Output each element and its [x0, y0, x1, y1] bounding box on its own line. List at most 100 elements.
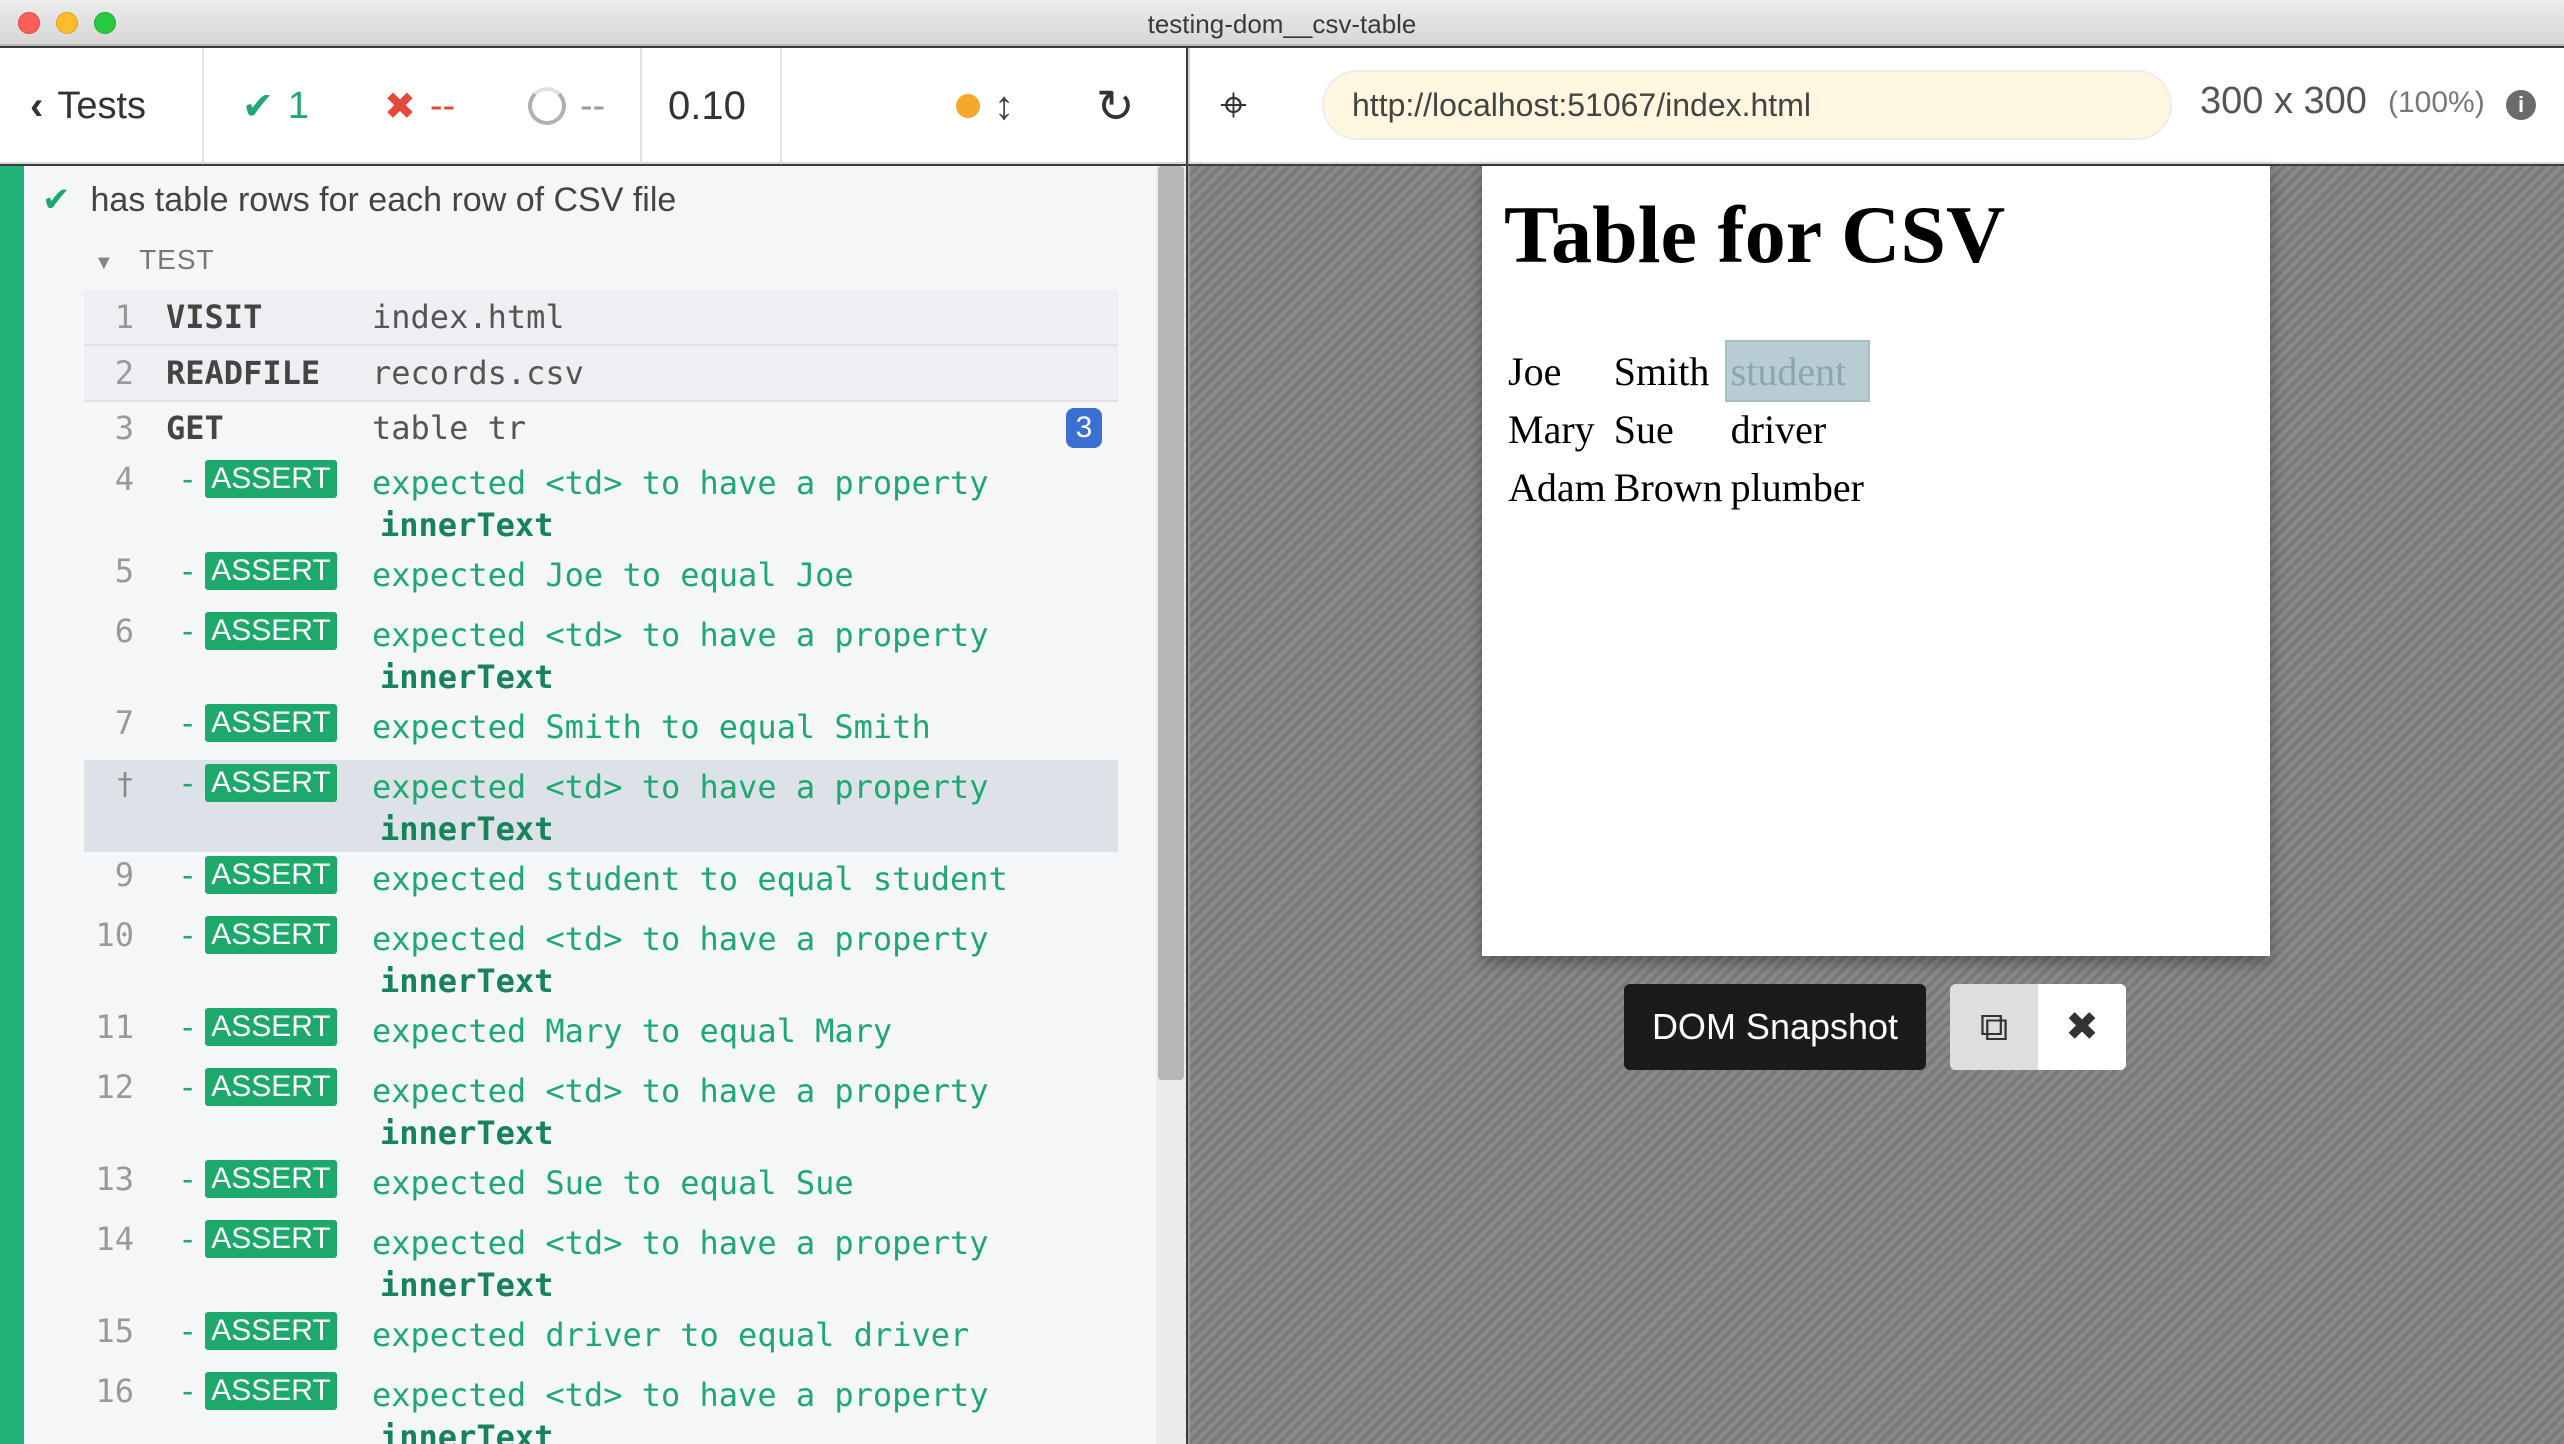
assert-badge: ASSERT: [205, 1372, 337, 1410]
auto-scroll-toggle[interactable]: ↕: [956, 48, 1014, 164]
assertion-row[interactable]: 13- ASSERT expected Sue to equal Sue: [84, 1156, 1118, 1216]
command-get[interactable]: 3 GET table tr 3: [84, 402, 1118, 456]
assert-badge: ASSERT: [205, 1068, 337, 1106]
nesting-dash: -: [178, 1160, 198, 1198]
nesting-dash: -: [178, 1220, 198, 1258]
command-name: GET: [166, 409, 224, 447]
command-number: 16: [95, 1372, 134, 1410]
highlight-frame-icon: ⧉: [1979, 1004, 2009, 1049]
info-icon[interactable]: i: [2506, 90, 2536, 120]
command-number: 15: [95, 1312, 134, 1350]
failed-count: --: [429, 84, 456, 127]
scrollbar-thumb[interactable]: [1158, 166, 1184, 1080]
command-message: index.html: [372, 298, 565, 336]
assert-label: - ASSERT: [166, 1160, 372, 1198]
nesting-dash: -: [178, 1008, 198, 1046]
assertion-row[interactable]: 4 - ASSERT expected <td> to have a property…: [84, 456, 1118, 548]
assert-label: - ASSERT: [166, 1068, 372, 1106]
assertion-row[interactable]: 9- ASSERT expected student to equal studen…: [84, 852, 1118, 912]
command-number: 11: [95, 1008, 134, 1046]
duration: 0.10: [668, 83, 746, 128]
assertion-message: expected <td> to have a property innerTex…: [372, 916, 1118, 1000]
assertion-message-line: expected <td> to have a property: [372, 1072, 989, 1110]
assertion-message-line: expected Joe to equal Joe: [372, 556, 854, 594]
assert-badge: ASSERT: [205, 1008, 337, 1046]
aut-header: ⌖ http://localhost:51067/index.html 300 …: [1188, 48, 2564, 164]
command-message: records.csv: [372, 354, 584, 392]
dom-snapshot-label: DOM Snapshot: [1624, 984, 1926, 1070]
command-readfile[interactable]: 2 READFILE records.csv: [84, 346, 1118, 402]
hook-title[interactable]: ▼ TEST: [94, 244, 215, 276]
command-visit[interactable]: 1 VISIT index.html: [84, 290, 1118, 346]
reporter-header: ‹ Tests ✔ 1 ✖ -- -- 0.10 ↕ ↻: [0, 48, 1186, 164]
assertion-message-line: expected driver to equal driver: [372, 1316, 970, 1354]
assertion-message-line: expected <td> to have a property: [372, 464, 989, 502]
assertion-row[interactable]: † - ASSERT expected <td> to have a property…: [84, 760, 1118, 852]
assertion-message-line: expected Mary to equal Mary: [372, 1012, 893, 1050]
assertion-row[interactable]: 11- ASSERT expected Mary to equal Mary: [84, 1004, 1118, 1064]
test-title[interactable]: ✔ has table rows for each row of CSV fil…: [42, 180, 676, 220]
pending-circle-icon: [528, 87, 566, 125]
selector-playground-crosshair-icon[interactable]: ⌖: [1220, 78, 1247, 134]
tests-button-label: Tests: [57, 84, 147, 127]
url-bar[interactable]: http://localhost:51067/index.html: [1322, 70, 2172, 140]
check-icon: ✔: [242, 85, 274, 128]
tests-button[interactable]: ‹ Tests: [30, 48, 146, 164]
assertion-message-line: innerText: [380, 1418, 554, 1444]
assertion-row[interactable]: 14- ASSERT expected <td> to have a propert…: [84, 1216, 1118, 1308]
assertion-row[interactable]: 12- ASSERT expected <td> to have a propert…: [84, 1064, 1118, 1156]
toggle-highlight-button[interactable]: ⧉: [1950, 984, 2038, 1070]
viewport-scale: (100%): [2388, 86, 2485, 119]
assertion-message: expected Joe to equal Joe: [372, 552, 1118, 598]
table-cell: Joe: [1508, 348, 1562, 394]
assertion-row[interactable]: 5- ASSERT expected Joe to equal Joe: [84, 548, 1118, 608]
reload-icon: ↻: [1096, 80, 1135, 132]
command-number: 9: [114, 856, 134, 894]
table-row: Adam Brown plumber: [1504, 458, 1868, 516]
chevron-left-icon: ‹: [30, 83, 44, 128]
assertion-message: expected student to equal student: [372, 856, 1118, 902]
command-number: 4: [114, 460, 134, 498]
assert-badge: ASSERT: [205, 460, 337, 498]
assertion-row[interactable]: 16- ASSERT expected <td> to have a propert…: [84, 1368, 1118, 1444]
assert-badge: ASSERT: [205, 1160, 337, 1198]
command-number: 5: [114, 552, 134, 590]
csv-table: Joe Smith student Mary Sue driver Adam B…: [1504, 340, 1870, 516]
aut-iframe[interactable]: Table for CSV Joe Smith student Mary Sue…: [1482, 166, 2270, 956]
nesting-dash: -: [178, 916, 198, 954]
assertion-message-line: innerText: [380, 962, 554, 1000]
assertion-message-line: expected <td> to have a property: [372, 1376, 989, 1414]
assertion-message: expected Sue to equal Sue: [372, 1160, 1118, 1206]
window-titlebar: testing-dom__csv-table: [0, 0, 2564, 46]
page-heading: Table for CSV: [1504, 189, 2006, 280]
window-title: testing-dom__csv-table: [1147, 9, 1417, 39]
table-cell: Brown: [1613, 464, 1723, 510]
assertion-row[interactable]: 7- ASSERT expected Smith to equal Smith: [84, 700, 1118, 760]
assertion-message-line: expected <td> to have a property: [372, 768, 989, 806]
assertion-row[interactable]: 15- ASSERT expected driver to equal driver: [84, 1308, 1118, 1368]
rerun-button[interactable]: ↻: [1096, 48, 1135, 164]
nesting-dash: -: [178, 1068, 198, 1106]
nesting-dash: -: [178, 856, 198, 894]
nesting-dash: -: [178, 460, 198, 498]
assert-label: - ASSERT: [166, 1008, 372, 1046]
assert-badge: ASSERT: [205, 704, 337, 742]
panel-divider[interactable]: [1188, 48, 1190, 164]
assertion-row[interactable]: 6- ASSERT expected <td> to have a property…: [84, 608, 1118, 700]
assertion-message-line: innerText: [380, 810, 554, 848]
assert-label: - ASSERT: [166, 1220, 372, 1258]
command-list: 1 VISIT index.html 2 READFILE records.cs…: [84, 290, 1118, 1444]
assertion-row[interactable]: 10 - ASSERT expected <td> to have a propert…: [84, 912, 1118, 1004]
command-message: table tr: [372, 409, 527, 447]
table-cell: Mary: [1508, 406, 1595, 452]
status-dot-icon: [956, 94, 980, 118]
assertion-message: expected Smith to equal Smith: [372, 704, 1118, 750]
assertion-message-line: expected Smith to equal Smith: [372, 708, 931, 746]
test-status-strip: [0, 166, 24, 1444]
assert-label: - ASSERT: [166, 916, 372, 954]
command-number: 10: [95, 916, 134, 954]
up-down-arrow-icon: ↕: [994, 83, 1014, 128]
close-snapshot-button[interactable]: ✖: [2038, 984, 2126, 1070]
command-number: 6: [114, 612, 134, 650]
pin-icon: †: [115, 767, 134, 802]
